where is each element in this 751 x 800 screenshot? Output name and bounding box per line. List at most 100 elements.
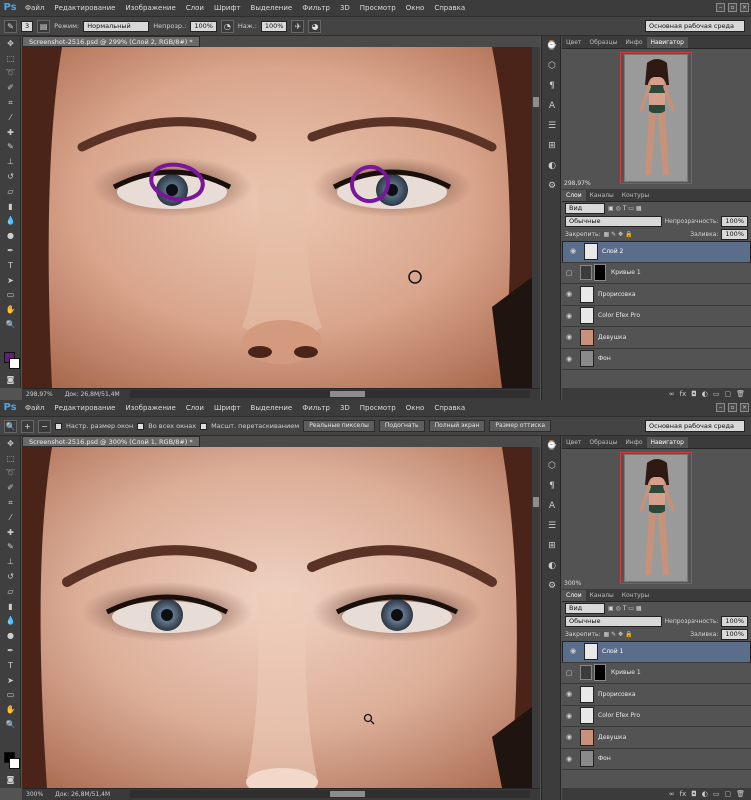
dodge-tool-icon[interactable]: ● <box>0 628 21 643</box>
menu-filter[interactable]: Фильтр <box>297 0 335 16</box>
layer-opacity-field[interactable]: 100% <box>721 216 748 227</box>
visibility-eye-icon[interactable]: ◉ <box>562 690 576 698</box>
vertical-scrollbar[interactable] <box>532 47 540 388</box>
layer-row[interactable]: ◉ Прорисовка <box>562 684 751 706</box>
layer-row[interactable]: ▢ Кривые 1 <box>562 662 751 684</box>
menu-select[interactable]: Выделение <box>246 0 298 16</box>
menu-image[interactable]: Изображение <box>120 400 180 416</box>
visibility-eye-icon[interactable]: ◉ <box>562 755 576 763</box>
fill-screen-button[interactable]: Полный экран <box>428 420 486 432</box>
layer-kind-select[interactable]: Вид <box>565 603 605 614</box>
menu-help[interactable]: Справка <box>429 0 470 16</box>
path-select-tool-icon[interactable]: ➤ <box>0 273 21 288</box>
zoom-level[interactable]: 298,97% <box>26 391 53 398</box>
minimize-icon[interactable]: – <box>716 3 725 12</box>
styles-panel-icon[interactable]: ◐ <box>542 156 562 176</box>
lock-icons[interactable]: ▦ ✎ ✥ 🔒 <box>604 231 633 238</box>
adjustment-icon[interactable]: ◐ <box>702 790 708 798</box>
eraser-tool-icon[interactable]: ▱ <box>0 184 21 199</box>
visibility-eye-icon[interactable]: ◉ <box>562 312 576 320</box>
history-panel-icon[interactable]: ⌚ <box>542 436 562 456</box>
layer-kind-select[interactable]: Вид <box>565 203 605 214</box>
menu-layers[interactable]: Слои <box>181 0 209 16</box>
quick-mask-icon[interactable]: ◙ <box>0 372 21 387</box>
trash-icon[interactable]: 🗑 <box>736 790 745 798</box>
print-size-button[interactable]: Размер оттиска <box>489 420 552 432</box>
document-canvas[interactable] <box>22 47 532 388</box>
layer-row[interactable]: ◉ Color Efex Pro <box>562 705 751 727</box>
healing-tool-icon[interactable]: ✚ <box>0 525 21 540</box>
tab-info[interactable]: Инфо <box>621 437 646 448</box>
all-windows-checkbox[interactable] <box>137 422 145 430</box>
document-canvas[interactable] <box>22 447 532 788</box>
navigator-view-box[interactable] <box>620 452 692 584</box>
pressure-size-icon[interactable]: ◕ <box>308 19 322 33</box>
background-color-swatch[interactable] <box>9 358 20 369</box>
gradient-tool-icon[interactable]: ▮ <box>0 599 21 614</box>
hand-tool-icon[interactable]: ✋ <box>0 302 21 317</box>
tab-channels[interactable]: Каналы <box>586 590 618 601</box>
minimize-icon[interactable]: – <box>716 403 725 412</box>
new-layer-icon[interactable]: ▢ <box>724 790 731 798</box>
menu-edit[interactable]: Редактирование <box>49 400 120 416</box>
menu-view[interactable]: Просмотр <box>355 400 401 416</box>
zoom-tool-icon[interactable]: 🔍 <box>0 717 21 732</box>
fit-screen-button[interactable]: Подогнать <box>378 420 425 432</box>
brush-presets-icon[interactable]: ⊞ <box>542 536 562 556</box>
marquee-tool-icon[interactable]: ⬚ <box>0 451 21 466</box>
eyedropper-tool-icon[interactable]: ⁄ <box>0 110 21 125</box>
menu-3d[interactable]: 3D <box>335 0 355 16</box>
3d-panel-icon[interactable]: ⬡ <box>542 56 562 76</box>
visibility-eye-icon[interactable]: ◉ <box>566 647 580 656</box>
lock-icons[interactable]: ▦ ✎ ✥ 🔒 <box>604 631 633 638</box>
crop-tool-icon[interactable]: ⌗ <box>0 95 21 110</box>
filter-icons[interactable]: ▣ ◎ T ▭ ▦ <box>608 205 642 212</box>
move-tool-icon[interactable]: ✥ <box>0 436 21 451</box>
visibility-eye-icon[interactable]: ▢ <box>562 269 576 277</box>
history-brush-tool-icon[interactable]: ↺ <box>0 169 21 184</box>
zoom-tool-icon[interactable]: 🔍 <box>0 317 21 332</box>
shape-tool-icon[interactable]: ▭ <box>0 288 21 303</box>
pen-tool-icon[interactable]: ✒ <box>0 643 21 658</box>
zoom-out-icon[interactable]: − <box>38 419 51 433</box>
navigator-zoom[interactable]: 300% <box>564 580 581 587</box>
link-icon[interactable]: ∞ <box>669 390 675 398</box>
visibility-eye-icon[interactable]: ◉ <box>562 290 576 298</box>
dodge-tool-icon[interactable]: ● <box>0 228 21 243</box>
quick-select-tool-icon[interactable]: ✐ <box>0 80 21 95</box>
character-panel-icon[interactable]: A <box>542 96 562 116</box>
character-panel-icon[interactable]: A <box>542 496 562 516</box>
brush-presets-icon[interactable]: ⊞ <box>542 136 562 156</box>
menu-type[interactable]: Шрифт <box>209 400 246 416</box>
scrubby-zoom-checkbox[interactable] <box>200 422 208 430</box>
tab-swatches[interactable]: Образцы <box>585 437 621 448</box>
lasso-tool-icon[interactable]: ➰ <box>0 66 21 81</box>
zoom-in-icon[interactable]: + <box>21 419 34 433</box>
properties-panel-icon[interactable]: ⚙ <box>542 176 562 196</box>
tab-channels[interactable]: Каналы <box>586 190 618 201</box>
menu-layers[interactable]: Слои <box>181 400 209 416</box>
clone-stamp-tool-icon[interactable]: ⊥ <box>0 154 21 169</box>
menu-help[interactable]: Справка <box>429 400 470 416</box>
history-panel-icon[interactable]: ⌚ <box>542 36 562 56</box>
clone-stamp-tool-icon[interactable]: ⊥ <box>0 554 21 569</box>
paragraph-panel-icon[interactable]: ¶ <box>542 76 562 96</box>
tab-info[interactable]: Инфо <box>621 37 646 48</box>
brush-preset-icon[interactable]: ✎ <box>4 19 17 33</box>
layer-row[interactable]: ◉ Фон <box>562 348 751 370</box>
tab-color[interactable]: Цвет <box>562 437 585 448</box>
mode-select[interactable]: Нормальный <box>83 20 150 32</box>
healing-tool-icon[interactable]: ✚ <box>0 125 21 140</box>
tab-color[interactable]: Цвет <box>562 37 585 48</box>
layer-row[interactable]: ◉ Color Efex Pro <box>562 305 751 327</box>
menu-3d[interactable]: 3D <box>335 400 355 416</box>
pen-tool-icon[interactable]: ✒ <box>0 243 21 258</box>
visibility-eye-icon[interactable]: ◉ <box>562 333 576 341</box>
layer-row[interactable]: ◉ Слой 1 <box>562 641 751 663</box>
workspace-select[interactable]: Основная рабочая среда <box>645 20 745 32</box>
layer-row[interactable]: ▢ Кривые 1 <box>562 262 751 284</box>
horizontal-scrollbar[interactable] <box>130 390 530 398</box>
opacity-field[interactable]: 100% <box>190 20 217 32</box>
restore-icon[interactable]: ▫ <box>728 403 737 412</box>
link-icon[interactable]: ∞ <box>669 790 675 798</box>
